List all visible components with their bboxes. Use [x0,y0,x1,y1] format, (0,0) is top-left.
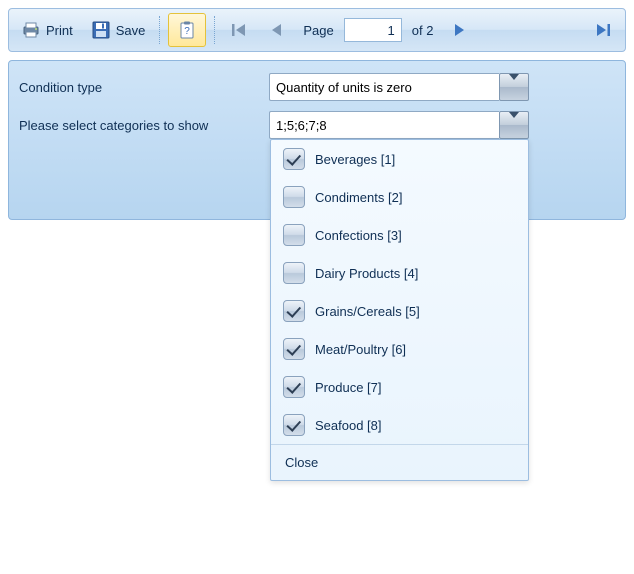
first-page-button[interactable] [223,14,255,46]
category-option-label: Grains/Cereals [5] [315,304,420,319]
separator [214,16,215,44]
checkbox[interactable] [283,376,305,398]
parameters-button[interactable]: ? [168,13,206,47]
first-page-icon [229,20,249,40]
condition-row: Condition type [19,73,615,101]
categories-combo [269,111,529,139]
next-page-button[interactable] [443,14,475,46]
last-page-icon [593,20,613,40]
prev-page-button[interactable] [261,14,293,46]
print-label: Print [46,23,73,38]
page-label: Page [303,23,333,38]
condition-input[interactable] [269,73,499,101]
category-option[interactable]: Confections [3] [271,216,528,254]
checkbox[interactable] [283,186,305,208]
category-option[interactable]: Beverages [1] [271,140,528,178]
category-option-label: Meat/Poultry [6] [315,342,406,357]
category-option-label: Confections [3] [315,228,402,243]
checkbox[interactable] [283,414,305,436]
next-page-icon [449,20,469,40]
page-total: of 2 [412,23,434,38]
print-button[interactable]: Print [15,16,79,44]
parameter-panel: Condition type Please select categories … [8,60,626,220]
category-option[interactable]: Condiments [2] [271,178,528,216]
page-input[interactable] [344,18,402,42]
svg-text:?: ? [185,26,191,37]
condition-dropdown-button[interactable] [499,73,529,101]
categories-input[interactable] [269,111,499,139]
category-option-label: Seafood [8] [315,418,382,433]
condition-label: Condition type [19,80,269,95]
dropdown-close[interactable]: Close [271,444,528,480]
printer-icon [21,20,41,40]
category-option-label: Condiments [2] [315,190,402,205]
category-option[interactable]: Meat/Poultry [6] [271,330,528,368]
save-button[interactable]: Save [85,16,152,44]
separator [159,16,160,44]
chevron-down-icon [509,118,519,133]
checkbox[interactable] [283,338,305,360]
chevron-down-icon [509,80,519,95]
last-page-button[interactable] [587,14,619,46]
floppy-icon [91,20,111,40]
category-option[interactable]: Seafood [8] [271,406,528,444]
toolbar: Print Save ? Page of 2 [8,8,626,52]
categories-dropdown: Beverages [1] Condiments [2] Confections [… [270,139,529,481]
category-option-label: Dairy Products [4] [315,266,418,281]
save-label: Save [116,23,146,38]
category-option[interactable]: Dairy Products [4] [271,254,528,292]
prev-page-icon [267,20,287,40]
checkbox[interactable] [283,300,305,322]
category-option[interactable]: Produce [7] [271,368,528,406]
condition-combo [269,73,529,101]
category-option-label: Produce [7] [315,380,382,395]
category-option-label: Beverages [1] [315,152,395,167]
clipboard-question-icon: ? [177,20,197,40]
category-option[interactable]: Grains/Cereals [5] [271,292,528,330]
categories-label: Please select categories to show [19,118,269,133]
categories-row: Please select categories to show [19,111,615,139]
checkbox[interactable] [283,262,305,284]
checkbox[interactable] [283,148,305,170]
checkbox[interactable] [283,224,305,246]
categories-dropdown-button[interactable] [499,111,529,139]
